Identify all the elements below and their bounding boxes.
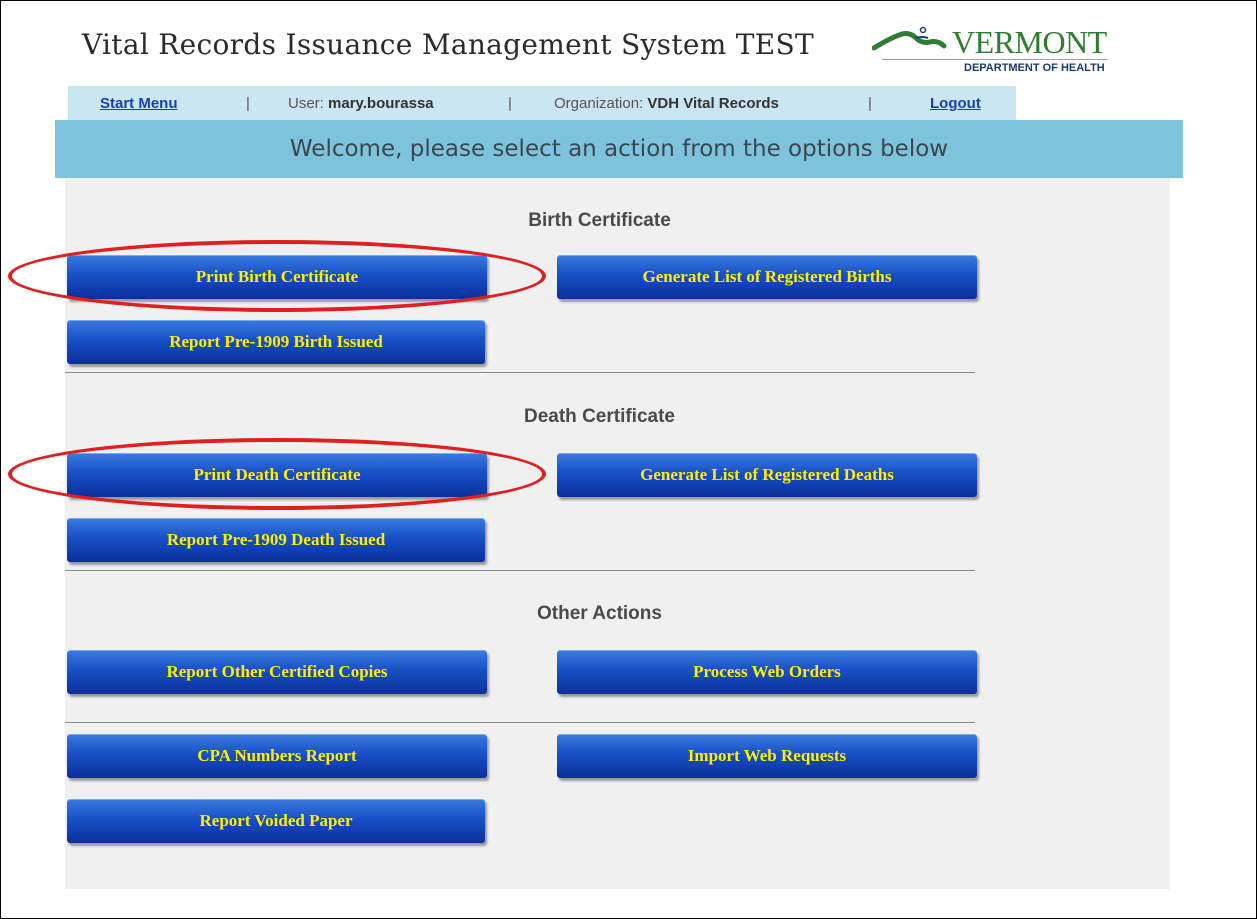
nav-separator: | [246, 95, 250, 112]
nav-separator: | [508, 95, 512, 112]
organization-info: Organization: VDH Vital Records [554, 95, 779, 112]
org-label: Organization: [554, 95, 644, 112]
logout-link[interactable]: Logout [930, 95, 981, 112]
section-divider [65, 372, 975, 373]
main-content: Birth Certificate Print Birth Certificat… [65, 178, 1170, 889]
death-section-title: Death Certificate [524, 406, 675, 427]
user-value: mary.bourassa [328, 95, 434, 112]
process-web-orders-button[interactable]: Process Web Orders [557, 650, 977, 694]
report-pre1909-death-button[interactable]: Report Pre-1909 Death Issued [67, 518, 485, 562]
generate-registered-deaths-button[interactable]: Generate List of Registered Deaths [557, 453, 977, 497]
top-navbar: Start Menu | User: mary.bourassa | Organ… [68, 86, 1016, 120]
vermont-logo: VERMONT DEPARTMENT OF HEALTH [872, 22, 1112, 84]
import-web-requests-button[interactable]: Import Web Requests [557, 734, 977, 778]
start-menu-link[interactable]: Start Menu [100, 95, 178, 112]
logo-rule [882, 59, 1108, 60]
generate-registered-births-button[interactable]: Generate List of Registered Births [557, 255, 977, 299]
user-info: User: mary.bourassa [288, 95, 434, 112]
birth-section-title: Birth Certificate [528, 210, 671, 231]
report-other-certified-copies-button[interactable]: Report Other Certified Copies [67, 650, 487, 694]
report-pre1909-birth-button[interactable]: Report Pre-1909 Birth Issued [67, 320, 485, 364]
mountain-logo-icon [872, 26, 947, 51]
start-menu-item: Start Menu [100, 95, 178, 112]
report-voided-paper-button[interactable]: Report Voided Paper [67, 799, 485, 843]
nav-separator: | [868, 95, 872, 112]
logo-subtitle: DEPARTMENT OF HEALTH [964, 62, 1105, 74]
section-divider [65, 722, 975, 723]
app-title: Vital Records Issuance Management System… [82, 28, 814, 61]
cpa-numbers-report-button[interactable]: CPA Numbers Report [67, 734, 487, 778]
print-death-certificate-button[interactable]: Print Death Certificate [67, 453, 487, 497]
welcome-banner: Welcome, please select an action from th… [55, 120, 1183, 178]
logout-item: Logout [930, 95, 981, 112]
section-divider [65, 570, 975, 571]
logo-name: VERMONT [952, 24, 1107, 60]
user-label: User: [288, 95, 324, 112]
org-value: VDH Vital Records [647, 95, 779, 112]
other-section-title: Other Actions [537, 603, 662, 624]
print-birth-certificate-button[interactable]: Print Birth Certificate [67, 255, 487, 299]
